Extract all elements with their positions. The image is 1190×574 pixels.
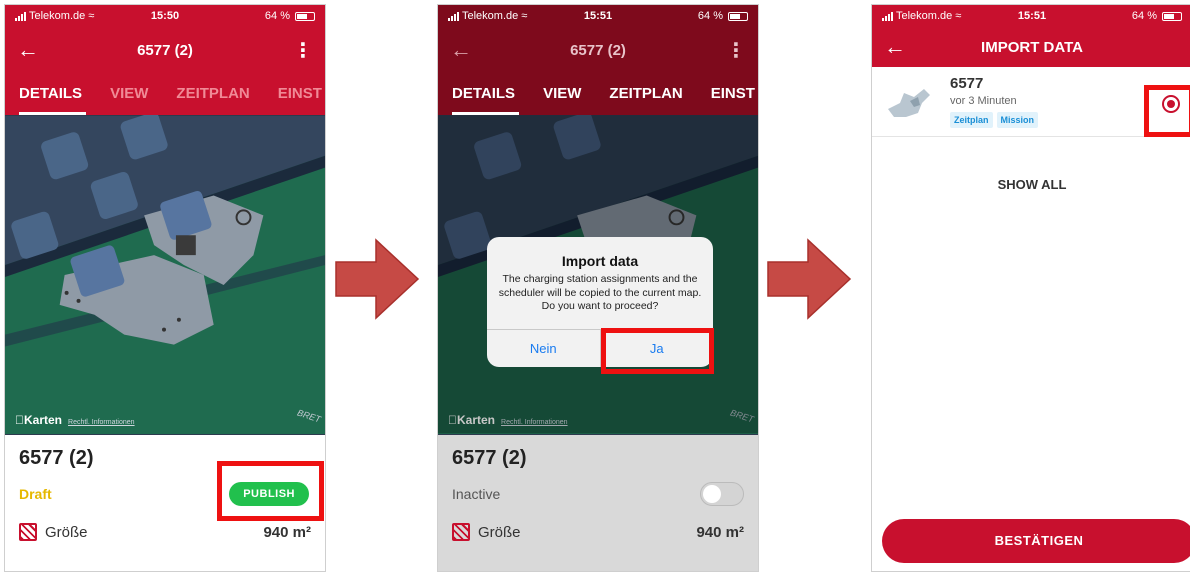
tab-view[interactable]: VIEW [529, 73, 595, 115]
wifi-icon: ≈ [88, 10, 95, 22]
highlight-radio [1144, 85, 1190, 137]
map-attribution: Karten Rechtl. Informationen [15, 413, 135, 427]
highlight-confirm [601, 328, 714, 374]
screen-import-data: Telekom.de ≈ 15:51 64 % ← IMPORT DATA 657… [871, 4, 1190, 572]
tab-view[interactable]: VIEW [96, 73, 162, 115]
status-bar: Telekom.de ≈ 15:51 64 % [872, 5, 1190, 27]
tab-details[interactable]: DETAILS [438, 73, 529, 115]
size-row: Größe 940 m² [452, 523, 744, 541]
size-value: 940 m² [263, 523, 311, 541]
status-time: 15:50 [150, 10, 180, 22]
tab-bar: DETAILS VIEW ZEITPLAN EINST [438, 73, 758, 115]
battery-percent: 64 % [264, 10, 290, 22]
area-hatch-icon [19, 523, 37, 541]
signal-icon [882, 11, 893, 21]
tab-zeitplan[interactable]: ZEITPLAN [595, 73, 696, 115]
flow-arrow-2 [767, 238, 852, 320]
more-vert-icon[interactable]: ⋮ [716, 38, 746, 63]
tab-details[interactable]: DETAILS [5, 73, 96, 115]
page-title: IMPORT DATA [981, 38, 1083, 56]
dialog-cancel-button[interactable]: Nein [487, 330, 600, 367]
page-title: 6577 (2) [137, 41, 193, 59]
battery-percent: 64 % [1131, 10, 1157, 22]
active-toggle[interactable] [700, 482, 744, 506]
apple-maps-logo: Karten [15, 413, 62, 427]
back-arrow-icon[interactable]: ← [884, 36, 914, 58]
back-arrow-icon[interactable]: ← [17, 39, 47, 61]
chip-mission: Mission [996, 112, 1039, 128]
size-label: Größe [478, 523, 521, 541]
battery-icon [728, 11, 748, 21]
screen-import-dialog: Telekom.de ≈ 15:51 64 % ← 6577 (2) ⋮ DETA… [437, 4, 759, 572]
confirm-button[interactable]: BESTÄTIGEN [882, 519, 1190, 563]
wifi-icon: ≈ [955, 10, 962, 22]
wifi-icon: ≈ [521, 10, 528, 22]
app-bar: ← 6577 (2) ⋮ [438, 27, 758, 73]
more-vert-icon[interactable]: ⋮ [283, 38, 313, 63]
battery-icon [1162, 11, 1182, 21]
signal-icon [448, 11, 459, 21]
item-title: 6577 [950, 75, 984, 92]
signal-icon [15, 11, 26, 21]
carrier-label: Telekom.de [896, 10, 953, 22]
size-label: Größe [45, 523, 88, 541]
map-thumbnail [888, 89, 930, 117]
back-arrow-icon[interactable]: ← [450, 39, 480, 61]
tab-bar: DETAILS VIEW ZEITPLAN EINST [5, 73, 325, 115]
map-name: 6577 (2) [452, 447, 527, 469]
flow-arrow-1 [335, 238, 420, 320]
area-hatch-icon [452, 523, 470, 541]
app-bar: ← 6577 (2) ⋮ [5, 27, 325, 73]
size-row: Größe 940 m² [19, 523, 311, 541]
detail-panel: 6577 (2) Inactive Größe 940 m² [438, 435, 758, 571]
screen-details: Telekom.de ≈ 15:50 64 % ← 6577 (2) ⋮ DETA… [4, 4, 326, 572]
import-list-item[interactable]: 6577 vor 3 Minuten Zeitplan Mission [872, 67, 1190, 137]
carrier-label: Telekom.de [462, 10, 519, 22]
battery-percent: 64 % [697, 10, 723, 22]
dialog-title: Import data [561, 253, 639, 269]
map-view[interactable]: Karten Rechtl. Informationen BRET [5, 115, 325, 435]
map-drawing [5, 115, 325, 435]
status-time: 15:51 [1017, 10, 1047, 22]
highlight-publish [217, 461, 324, 521]
state-row: Inactive [452, 480, 744, 508]
battery-icon [295, 11, 315, 21]
item-chips: Zeitplan Mission [950, 112, 1039, 128]
carrier-label: Telekom.de [29, 10, 86, 22]
legal-info-link[interactable]: Rechtl. Informationen [68, 419, 135, 426]
app-bar: ← IMPORT DATA [872, 27, 1190, 67]
page-title: 6577 (2) [570, 41, 626, 59]
tab-zeitplan[interactable]: ZEITPLAN [162, 73, 263, 115]
status-time: 15:51 [583, 10, 613, 22]
tab-einst[interactable]: EINST [264, 73, 325, 115]
item-timestamp: vor 3 Minuten [950, 95, 1017, 107]
status-bar: Telekom.de ≈ 15:51 64 % [438, 5, 758, 27]
show-all-link[interactable]: SHOW ALL [872, 177, 1190, 192]
chip-zeitplan: Zeitplan [950, 112, 993, 128]
state-label: Draft [19, 486, 52, 502]
tab-einst[interactable]: EINST [697, 73, 758, 115]
state-label: Inactive [452, 486, 501, 502]
dialog-message: The charging station assignments and the… [498, 273, 702, 313]
size-value: 940 m² [696, 523, 744, 541]
status-bar: Telekom.de ≈ 15:50 64 % [5, 5, 325, 27]
